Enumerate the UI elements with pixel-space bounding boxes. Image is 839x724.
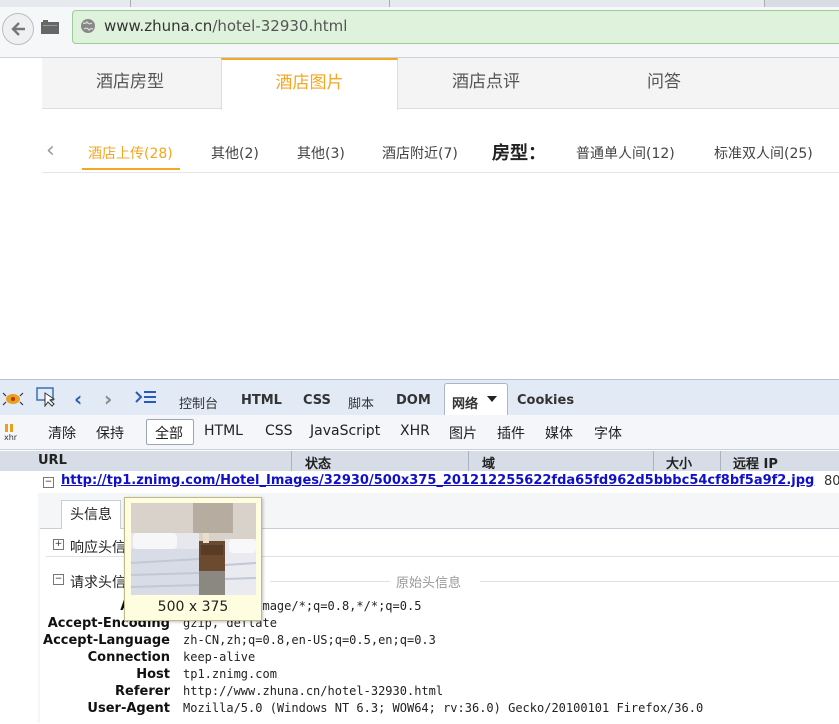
column-url[interactable]: URL bbox=[38, 453, 67, 468]
header-value: http://www.zhuna.cn/hotel-32930.html bbox=[183, 684, 444, 698]
chevron-left-icon[interactable]: ‹ bbox=[46, 138, 55, 163]
inspect-icon[interactable] bbox=[36, 387, 58, 411]
request-extra: 80 bbox=[824, 474, 839, 489]
tab-room-types[interactable]: 酒店房型 bbox=[42, 58, 218, 108]
panel-html[interactable]: HTML bbox=[241, 393, 282, 408]
browser-tab[interactable] bbox=[131, 0, 390, 7]
category-hotel-upload[interactable]: 酒店上传(28) bbox=[88, 143, 173, 163]
panel-cookies[interactable]: Cookies bbox=[517, 393, 574, 408]
hotel-room-thumbnail bbox=[130, 503, 257, 595]
header-value: Mozilla/5.0 (Windows NT 6.3; WOW64; rv:3… bbox=[183, 701, 704, 715]
category-other-2[interactable]: 其他(3) bbox=[297, 143, 345, 163]
expand-icon[interactable]: + bbox=[53, 539, 64, 550]
back-arrow-icon bbox=[11, 22, 25, 36]
request-url-link[interactable]: http://tp1.znimg.com/Hotel_Images/32930/… bbox=[61, 473, 814, 488]
header-value: keep-alive bbox=[183, 650, 256, 664]
browser-tabstrip bbox=[0, 0, 839, 7]
header-name: Accept-Language bbox=[43, 633, 170, 648]
tab-hotel-reviews[interactable]: 酒店点评 bbox=[398, 58, 574, 108]
panel-console[interactable]: 控制台 bbox=[179, 393, 218, 412]
command-line-icon[interactable] bbox=[134, 388, 158, 410]
room-type-label: 房型： bbox=[492, 143, 546, 164]
collapse-icon[interactable]: − bbox=[43, 477, 54, 488]
panel-css[interactable]: CSS bbox=[303, 393, 331, 408]
back-nav-icon[interactable]: ‹ bbox=[74, 387, 82, 411]
main-tabs: 酒店房型 酒店图片 酒店点评 问答 bbox=[42, 58, 839, 110]
persist-button[interactable]: 保持 bbox=[96, 423, 124, 443]
back-button[interactable] bbox=[2, 13, 34, 45]
clear-button[interactable]: 清除 bbox=[48, 423, 76, 443]
image-dimensions: 500 x 375 bbox=[157, 599, 229, 615]
raw-headers-link[interactable]: 原始头信息 bbox=[396, 572, 461, 591]
header-name: User-Agent bbox=[87, 701, 170, 716]
category-nearby[interactable]: 酒店附近(7) bbox=[382, 143, 458, 163]
category-twin-room[interactable]: 标准双人间(25) bbox=[714, 143, 813, 163]
filter-javascript[interactable]: JavaScript bbox=[310, 423, 380, 439]
filter-images[interactable]: 图片 bbox=[449, 423, 477, 443]
forward-nav-icon[interactable]: › bbox=[104, 387, 112, 411]
browser-tab[interactable] bbox=[0, 0, 131, 7]
collapse-icon[interactable]: − bbox=[53, 574, 64, 585]
divider bbox=[480, 581, 839, 582]
filter-xhr[interactable]: XHR bbox=[400, 423, 430, 439]
header-name: Connection bbox=[87, 650, 170, 665]
filter-media[interactable]: 媒体 bbox=[545, 423, 573, 443]
panel-net[interactable]: 网络 bbox=[452, 393, 478, 412]
header-value: tp1.znimg.com bbox=[183, 667, 277, 681]
firebug-bug-icon[interactable] bbox=[2, 388, 24, 410]
column-domain[interactable]: 域 bbox=[482, 453, 495, 472]
column-size[interactable]: 大小 bbox=[666, 453, 692, 472]
column-status[interactable]: 状态 bbox=[305, 453, 331, 472]
filter-css[interactable]: CSS bbox=[265, 423, 293, 439]
column-divider[interactable] bbox=[653, 451, 654, 471]
active-category-underline bbox=[82, 168, 180, 170]
column-divider[interactable] bbox=[468, 451, 469, 471]
url-path: /hotel-32930.html bbox=[212, 17, 348, 35]
filter-html[interactable]: HTML bbox=[204, 423, 243, 439]
column-divider[interactable] bbox=[720, 451, 721, 471]
filter-fonts[interactable]: 字体 bbox=[594, 423, 622, 443]
request-table-header bbox=[0, 451, 839, 472]
filter-plugins[interactable]: 插件 bbox=[497, 423, 525, 443]
page-icon[interactable] bbox=[40, 19, 60, 35]
url-text[interactable]: www.zhuna.cn/hotel-32930.html bbox=[104, 17, 347, 35]
column-divider[interactable] bbox=[291, 451, 292, 471]
browser-tab[interactable] bbox=[390, 0, 765, 7]
panel-script[interactable]: 脚本 bbox=[348, 393, 374, 412]
globe-icon bbox=[80, 18, 96, 34]
category-other-1[interactable]: 其他(2) bbox=[211, 143, 259, 163]
header-value: zh-CN,zh;q=0.8,en-US;q=0.5,en;q=0.3 bbox=[183, 633, 436, 647]
url-host: www.zhuna.cn bbox=[104, 17, 213, 35]
header-name: Referer bbox=[115, 684, 170, 699]
svg-text:xhr: xhr bbox=[4, 433, 18, 441]
net-dropdown-icon[interactable] bbox=[487, 396, 497, 402]
panel-dom[interactable]: DOM bbox=[396, 393, 431, 408]
divider bbox=[270, 581, 390, 582]
header-name: Host bbox=[136, 667, 170, 682]
column-remote-ip[interactable]: 远程 IP bbox=[733, 453, 778, 472]
category-single-room[interactable]: 普通单人间(12) bbox=[576, 143, 675, 163]
filter-all[interactable]: 全部 bbox=[155, 423, 183, 443]
xhr-icon[interactable]: xhr bbox=[3, 423, 21, 445]
tab-hotel-photos[interactable]: 酒店图片 bbox=[221, 58, 398, 110]
tab-headers[interactable]: 头信息 bbox=[61, 500, 121, 529]
tab-qa[interactable]: 问答 bbox=[576, 58, 752, 108]
